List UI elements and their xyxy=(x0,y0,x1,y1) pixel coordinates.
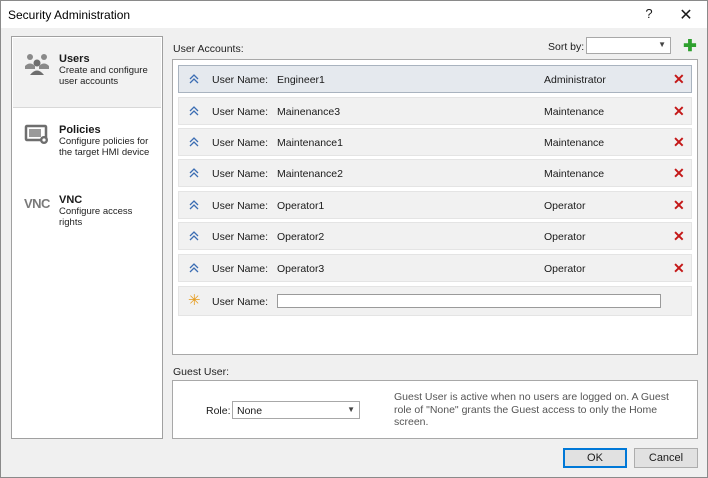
window-title: Security Administration xyxy=(8,8,131,22)
expand-chevron-icon[interactable] xyxy=(189,168,199,178)
user-row[interactable]: User Name: Operator3 Operator ✕ xyxy=(178,254,692,282)
sidebar-item-label: Users xyxy=(59,53,90,65)
ok-button[interactable]: OK xyxy=(563,448,627,468)
sidebar-item-label: VNC xyxy=(59,194,83,206)
delete-user-icon[interactable]: ✕ xyxy=(673,134,685,151)
user-name-label: User Name: xyxy=(212,200,269,212)
sidebar-item-label: Policies xyxy=(59,124,101,136)
new-user-star-icon: ✳ xyxy=(188,292,201,309)
help-button[interactable]: ? xyxy=(642,6,656,21)
guest-user-label: Guest User: xyxy=(173,366,230,378)
expand-chevron-icon[interactable] xyxy=(189,231,199,241)
user-role-value: Administrator xyxy=(544,74,606,86)
expand-chevron-icon[interactable] xyxy=(189,200,199,210)
expand-chevron-icon[interactable] xyxy=(189,263,199,273)
user-name-label: User Name: xyxy=(212,168,269,180)
guest-user-note: Guest User is active when no users are l… xyxy=(394,391,669,428)
user-name-label: User Name: xyxy=(212,231,269,243)
delete-user-icon[interactable]: ✕ xyxy=(673,71,685,88)
user-name-label: User Name: xyxy=(212,106,269,118)
expand-chevron-icon[interactable] xyxy=(189,106,199,116)
expand-chevron-icon[interactable] xyxy=(189,74,199,84)
user-role-value: Maintenance xyxy=(544,137,605,149)
policy-device-icon xyxy=(24,124,48,144)
vnc-logo-icon: VNC xyxy=(24,196,50,211)
chevron-down-icon: ▼ xyxy=(658,40,666,49)
user-role-value: Operator xyxy=(544,200,586,212)
guest-role-value: None xyxy=(237,405,263,417)
sidebar-item-description: Configure access rights xyxy=(59,206,133,228)
add-user-button[interactable]: ✚ xyxy=(683,36,697,56)
user-row[interactable]: User Name: Engineer1 Administrator ✕ xyxy=(178,65,692,93)
user-name-value: Mainenance3 xyxy=(277,106,341,118)
guest-role-select[interactable]: None ▼ xyxy=(232,401,360,419)
sidebar-item-users[interactable]: Users Create and configure user accounts xyxy=(13,38,161,108)
delete-user-icon[interactable]: ✕ xyxy=(673,260,685,277)
user-role-value: Maintenance xyxy=(544,106,605,118)
user-row[interactable]: User Name: Operator2 Operator ✕ xyxy=(178,222,692,250)
user-accounts-label: User Accounts: xyxy=(173,43,244,55)
delete-user-icon[interactable]: ✕ xyxy=(673,103,685,120)
sidebar-item-vnc[interactable]: VNC VNC Configure access rights xyxy=(13,179,161,249)
user-role-value: Maintenance xyxy=(544,168,605,180)
security-administration-dialog: Security Administration ? ✕ Users Create… xyxy=(0,0,708,478)
user-row[interactable]: User Name: Operator1 Operator ✕ xyxy=(178,191,692,219)
user-accounts-list: User Name: Engineer1 Administrator ✕ Use… xyxy=(172,59,698,355)
user-role-value: Operator xyxy=(544,231,586,243)
user-row[interactable]: User Name: Maintenance1 Maintenance ✕ xyxy=(178,128,692,156)
user-name-value: Engineer1 xyxy=(277,74,325,86)
sidebar-item-description: Configure policies for the target HMI de… xyxy=(59,136,150,158)
user-name-label: User Name: xyxy=(212,263,269,275)
sort-by-label: Sort by: xyxy=(548,41,585,53)
cancel-button[interactable]: Cancel xyxy=(634,448,698,468)
new-user-row: ✳ User Name: xyxy=(178,286,692,316)
delete-user-icon[interactable]: ✕ xyxy=(673,165,685,182)
chevron-down-icon: ▼ xyxy=(347,405,355,414)
user-role-value: Operator xyxy=(544,263,586,275)
guest-user-panel: Role: None ▼ Guest User is active when n… xyxy=(172,380,698,439)
user-name-value: Operator3 xyxy=(277,263,325,275)
user-name-value: Maintenance2 xyxy=(277,168,343,180)
role-label: Role: xyxy=(206,405,231,417)
user-row[interactable]: User Name: Maintenance2 Maintenance ✕ xyxy=(178,159,692,187)
user-name-label: User Name: xyxy=(212,137,269,149)
user-name-value: Operator2 xyxy=(277,231,325,243)
sidebar-item-policies[interactable]: Policies Configure policies for the targ… xyxy=(13,109,161,179)
user-name-label: User Name: xyxy=(212,74,269,86)
new-user-name-input[interactable] xyxy=(277,294,661,308)
sidebar: Users Create and configure user accounts… xyxy=(11,36,163,439)
user-name-label: User Name: xyxy=(212,296,269,308)
delete-user-icon[interactable]: ✕ xyxy=(673,228,685,245)
sidebar-item-description: Create and configure user accounts xyxy=(59,65,148,87)
delete-user-icon[interactable]: ✕ xyxy=(673,197,685,214)
title-bar: Security Administration ? ✕ xyxy=(1,1,707,28)
users-icon xyxy=(25,54,49,75)
user-name-value: Maintenance1 xyxy=(277,137,343,149)
user-name-value: Operator1 xyxy=(277,200,325,212)
close-button[interactable]: ✕ xyxy=(678,5,694,25)
sort-by-select[interactable]: ▼ xyxy=(586,37,671,54)
user-row[interactable]: User Name: Mainenance3 Maintenance ✕ xyxy=(178,97,692,125)
expand-chevron-icon[interactable] xyxy=(189,137,199,147)
